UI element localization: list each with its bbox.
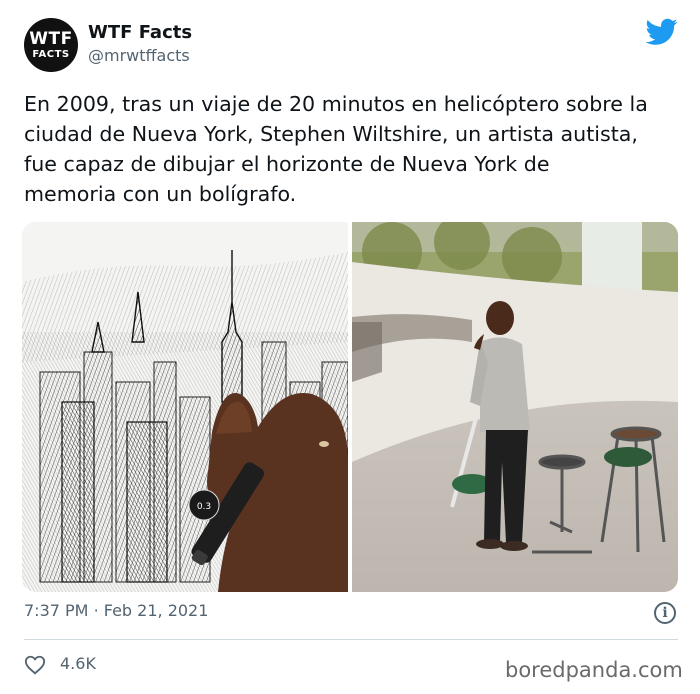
- tweet-date: Feb 21, 2021: [103, 601, 209, 620]
- tweet-time: 7:37 PM: [24, 601, 89, 620]
- info-icon[interactable]: i: [654, 602, 676, 624]
- avatar[interactable]: WTF FACTS: [24, 18, 78, 72]
- avatar-text-top: WTF: [29, 28, 73, 49]
- pen-label: 0.3: [197, 502, 211, 512]
- divider: [24, 639, 678, 640]
- user-handle[interactable]: @mrwtffacts: [88, 46, 190, 65]
- display-name[interactable]: WTF Facts: [88, 22, 192, 43]
- heart-icon[interactable]: [24, 654, 46, 676]
- watermark: boredpanda.com: [505, 658, 683, 682]
- tweet-card: WTF FACTS WTF Facts @mrwtffacts En 2009,…: [0, 0, 700, 694]
- tweet-media[interactable]: 0.3: [22, 222, 678, 592]
- artist-photo-illustration: [352, 222, 678, 592]
- skyline-drawing-illustration: 0.3: [22, 222, 348, 592]
- timestamp-separator: ·: [93, 601, 99, 620]
- like-count[interactable]: 4.6K: [60, 654, 96, 673]
- tweet-text: En 2009, tras un viaje de 20 minutos en …: [24, 92, 648, 206]
- twitter-bird-icon[interactable]: [646, 18, 678, 46]
- avatar-text-bottom: FACTS: [32, 48, 70, 60]
- skyline-drawing-photo[interactable]: 0.3: [22, 222, 348, 592]
- tweet-timestamp[interactable]: 7:37 PM · Feb 21, 2021: [24, 601, 208, 620]
- artist-photo[interactable]: [352, 222, 678, 592]
